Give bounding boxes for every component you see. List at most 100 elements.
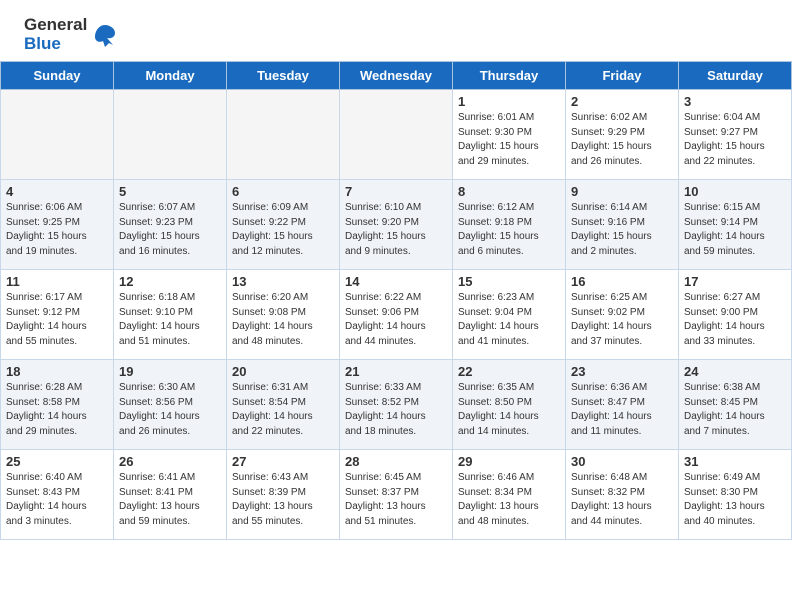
- day-number: 15: [458, 274, 560, 289]
- day-info: Sunrise: 6:02 AMSunset: 9:29 PMDaylight:…: [571, 111, 673, 169]
- calendar-cell: 10 Sunrise: 6:15 AMSunset: 9:14 PMDayligh…: [679, 180, 792, 270]
- day-info: Sunrise: 6:38 AMSunset: 8:45 PMDaylight:…: [684, 381, 786, 439]
- day-number: 2: [571, 94, 673, 109]
- week-row-3: 11 Sunrise: 6:17 AMSunset: 9:12 PMDayligh…: [1, 270, 792, 360]
- day-info: Sunrise: 6:28 AMSunset: 8:58 PMDaylight:…: [6, 381, 108, 439]
- day-info: Sunrise: 6:48 AMSunset: 8:32 PMDaylight:…: [571, 471, 673, 529]
- day-info: Sunrise: 6:10 AMSunset: 9:20 PMDaylight:…: [345, 201, 447, 259]
- calendar-cell: 4Sunrise: 6:06 AMSunset: 9:25 PMDaylight…: [1, 180, 114, 270]
- calendar-cell: 22 Sunrise: 6:35 AMSunset: 8:50 PMDayligh…: [453, 360, 566, 450]
- day-info: Sunrise: 6:45 AMSunset: 8:37 PMDaylight:…: [345, 471, 447, 529]
- calendar-cell: 18Sunrise: 6:28 AMSunset: 8:58 PMDayligh…: [1, 360, 114, 450]
- calendar-cell: 2 Sunrise: 6:02 AMSunset: 9:29 PMDaylight…: [566, 90, 679, 180]
- calendar-cell: 24 Sunrise: 6:38 AMSunset: 8:45 PMDayligh…: [679, 360, 792, 450]
- day-info: Sunrise: 6:06 AMSunset: 9:25 PMDaylight:…: [6, 201, 108, 259]
- day-number: 22: [458, 364, 560, 379]
- logo-general: General: [24, 16, 87, 35]
- weekday-header-wednesday: Wednesday: [340, 62, 453, 90]
- weekday-header-friday: Friday: [566, 62, 679, 90]
- calendar-cell: 25 Sunrise: 6:40 AMSunset: 8:43 PMDayligh…: [1, 450, 114, 540]
- day-number: 14: [345, 274, 447, 289]
- day-number: 24: [684, 364, 786, 379]
- day-number: 6: [232, 184, 334, 199]
- calendar-cell: 28 Sunrise: 6:45 AMSunset: 8:37 PMDayligh…: [340, 450, 453, 540]
- day-number: 9: [571, 184, 673, 199]
- weekday-header-sunday: Sunday: [1, 62, 114, 90]
- day-info: Sunrise: 6:12 AMSunset: 9:18 PMDaylight:…: [458, 201, 560, 259]
- header: General Blue: [0, 0, 792, 61]
- day-number: 13: [232, 274, 334, 289]
- day-number: 19: [119, 364, 221, 379]
- week-row-2: 4Sunrise: 6:06 AMSunset: 9:25 PMDaylight…: [1, 180, 792, 270]
- day-number: 16: [571, 274, 673, 289]
- calendar-cell: 8 Sunrise: 6:12 AMSunset: 9:18 PMDaylight…: [453, 180, 566, 270]
- day-number: 27: [232, 454, 334, 469]
- calendar-cell: 6 Sunrise: 6:09 AMSunset: 9:22 PMDaylight…: [227, 180, 340, 270]
- day-info: Sunrise: 6:09 AMSunset: 9:22 PMDaylight:…: [232, 201, 334, 259]
- calendar-cell: 31Sunrise: 6:49 AMSunset: 8:30 PMDayligh…: [679, 450, 792, 540]
- calendar-cell: 27 Sunrise: 6:43 AMSunset: 8:39 PMDayligh…: [227, 450, 340, 540]
- calendar-cell: 26 Sunrise: 6:41 AMSunset: 8:41 PMDayligh…: [114, 450, 227, 540]
- weekday-header-saturday: Saturday: [679, 62, 792, 90]
- calendar-cell: 30Sunrise: 6:48 AMSunset: 8:32 PMDayligh…: [566, 450, 679, 540]
- day-number: 8: [458, 184, 560, 199]
- calendar-cell: 11 Sunrise: 6:17 AMSunset: 9:12 PMDayligh…: [1, 270, 114, 360]
- logo: General Blue: [24, 16, 119, 53]
- calendar-cell: 13 Sunrise: 6:20 AMSunset: 9:08 PMDayligh…: [227, 270, 340, 360]
- week-row-1: 1 Sunrise: 6:01 AMSunset: 9:30 PMDaylight…: [1, 90, 792, 180]
- calendar-cell: 1 Sunrise: 6:01 AMSunset: 9:30 PMDaylight…: [453, 90, 566, 180]
- day-info: Sunrise: 6:01 AMSunset: 9:30 PMDaylight:…: [458, 111, 560, 169]
- day-info: Sunrise: 6:27 AMSunset: 9:00 PMDaylight:…: [684, 291, 786, 349]
- day-number: 25: [6, 454, 108, 469]
- calendar-cell: [114, 90, 227, 180]
- calendar-cell: 3 Sunrise: 6:04 AMSunset: 9:27 PMDaylight…: [679, 90, 792, 180]
- day-number: 29: [458, 454, 560, 469]
- day-number: 1: [458, 94, 560, 109]
- day-info: Sunrise: 6:18 AMSunset: 9:10 PMDaylight:…: [119, 291, 221, 349]
- day-number: 7: [345, 184, 447, 199]
- day-info: Sunrise: 6:20 AMSunset: 9:08 PMDaylight:…: [232, 291, 334, 349]
- weekday-header-row: SundayMondayTuesdayWednesdayThursdayFrid…: [1, 62, 792, 90]
- calendar-cell: 21 Sunrise: 6:33 AMSunset: 8:52 PMDayligh…: [340, 360, 453, 450]
- calendar-cell: [227, 90, 340, 180]
- day-info: Sunrise: 6:49 AMSunset: 8:30 PMDaylight:…: [684, 471, 786, 529]
- logo-bird-icon: [91, 21, 119, 49]
- day-info: Sunrise: 6:43 AMSunset: 8:39 PMDaylight:…: [232, 471, 334, 529]
- day-number: 10: [684, 184, 786, 199]
- day-info: Sunrise: 6:17 AMSunset: 9:12 PMDaylight:…: [6, 291, 108, 349]
- day-number: 26: [119, 454, 221, 469]
- calendar-cell: 7 Sunrise: 6:10 AMSunset: 9:20 PMDaylight…: [340, 180, 453, 270]
- day-info: Sunrise: 6:15 AMSunset: 9:14 PMDaylight:…: [684, 201, 786, 259]
- day-info: Sunrise: 6:36 AMSunset: 8:47 PMDaylight:…: [571, 381, 673, 439]
- calendar-cell: 16 Sunrise: 6:25 AMSunset: 9:02 PMDayligh…: [566, 270, 679, 360]
- calendar-cell: 20 Sunrise: 6:31 AMSunset: 8:54 PMDayligh…: [227, 360, 340, 450]
- logo-blue: Blue: [24, 35, 87, 54]
- day-info: Sunrise: 6:04 AMSunset: 9:27 PMDaylight:…: [684, 111, 786, 169]
- day-info: Sunrise: 6:35 AMSunset: 8:50 PMDaylight:…: [458, 381, 560, 439]
- calendar-cell: 29Sunrise: 6:46 AMSunset: 8:34 PMDayligh…: [453, 450, 566, 540]
- day-info: Sunrise: 6:23 AMSunset: 9:04 PMDaylight:…: [458, 291, 560, 349]
- day-info: Sunrise: 6:31 AMSunset: 8:54 PMDaylight:…: [232, 381, 334, 439]
- weekday-header-thursday: Thursday: [453, 62, 566, 90]
- day-info: Sunrise: 6:30 AMSunset: 8:56 PMDaylight:…: [119, 381, 221, 439]
- calendar-cell: 5Sunrise: 6:07 AMSunset: 9:23 PMDaylight…: [114, 180, 227, 270]
- day-number: 28: [345, 454, 447, 469]
- day-info: Sunrise: 6:41 AMSunset: 8:41 PMDaylight:…: [119, 471, 221, 529]
- calendar-cell: [1, 90, 114, 180]
- day-info: Sunrise: 6:25 AMSunset: 9:02 PMDaylight:…: [571, 291, 673, 349]
- week-row-5: 25 Sunrise: 6:40 AMSunset: 8:43 PMDayligh…: [1, 450, 792, 540]
- day-number: 12: [119, 274, 221, 289]
- day-number: 20: [232, 364, 334, 379]
- day-number: 11: [6, 274, 108, 289]
- calendar-cell: 19 Sunrise: 6:30 AMSunset: 8:56 PMDayligh…: [114, 360, 227, 450]
- day-info: Sunrise: 6:14 AMSunset: 9:16 PMDaylight:…: [571, 201, 673, 259]
- day-info: Sunrise: 6:33 AMSunset: 8:52 PMDaylight:…: [345, 381, 447, 439]
- day-number: 17: [684, 274, 786, 289]
- day-number: 3: [684, 94, 786, 109]
- weekday-header-monday: Monday: [114, 62, 227, 90]
- day-number: 23: [571, 364, 673, 379]
- day-number: 21: [345, 364, 447, 379]
- day-number: 5: [119, 184, 221, 199]
- day-info: Sunrise: 6:40 AMSunset: 8:43 PMDaylight:…: [6, 471, 108, 529]
- calendar-cell: 15 Sunrise: 6:23 AMSunset: 9:04 PMDayligh…: [453, 270, 566, 360]
